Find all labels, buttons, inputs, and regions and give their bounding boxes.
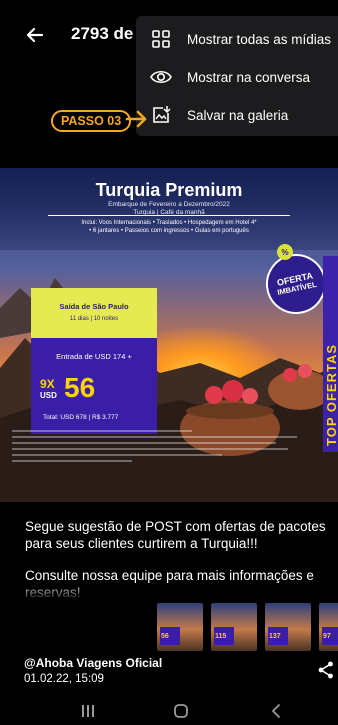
share-button[interactable] (318, 661, 334, 684)
vertical-offer-tag: TOP OFERTAS (323, 256, 338, 452)
message-timestamp: 01.02.22, 15:09 (24, 673, 104, 685)
grid-icon (150, 28, 172, 50)
fine-print (12, 430, 312, 474)
media-thumbnail[interactable]: 137 (265, 603, 311, 651)
nav-back-icon (272, 704, 280, 718)
system-navigation-bar (0, 697, 338, 725)
thumbnail-price: 115 (215, 633, 227, 640)
thumbnail-price: 137 (269, 633, 281, 640)
home-icon (174, 704, 188, 718)
eye-icon (150, 66, 172, 88)
price-box: Entrada de USD 174 + 9X USD 56 Total: US… (31, 338, 157, 434)
menu-item-label: Mostrar todas as mídias (187, 31, 332, 47)
caption-paragraph: Segue sugestão de POST com ofertas de pa… (25, 519, 326, 551)
vertical-tag-text: TOP OFERTAS (324, 343, 338, 446)
caption-fade (0, 582, 338, 602)
poster-includes: Inclui: Voos Internacionais • Traslados … (81, 220, 257, 226)
media-thumbnail[interactable]: 56 (157, 603, 203, 651)
nav-back-button[interactable] (258, 697, 294, 725)
home-button[interactable] (163, 697, 199, 725)
poster-title: Turquia Premium (95, 180, 243, 200)
arrow-left-icon (26, 27, 44, 43)
flower-decoration (298, 364, 312, 378)
departure-box: Saída de São Paulo 11 dias | 10 noites (31, 288, 157, 338)
price-value: 56 (64, 372, 96, 403)
menu-item-label: Mostrar na conversa (187, 69, 311, 85)
menu-item-label: Salvar na galeria (187, 107, 289, 123)
flower-decoration (222, 380, 244, 402)
installments-text: 9X (40, 377, 55, 391)
recents-button[interactable] (70, 697, 106, 725)
poster-subtitle: Embarque de Fevereiro a Dezembro/2022 (108, 201, 230, 208)
overflow-menu: Mostrar todas as mídias Mostrar na conve… (136, 16, 338, 136)
menu-item-show-in-chat[interactable]: Mostrar na conversa (136, 58, 338, 96)
poster-includes: • 6 jantares • Passeios com ingressos • … (89, 228, 249, 234)
share-icon (318, 661, 333, 679)
save-to-gallery-icon (150, 104, 172, 126)
menu-item-save-to-gallery[interactable]: Salvar na galeria (136, 96, 338, 134)
flower-decoration (242, 388, 258, 404)
poster-divider (48, 215, 290, 216)
media-thumbnail[interactable]: 115 (211, 603, 257, 651)
currency-text: USD (40, 391, 57, 400)
menu-item-show-all-media[interactable]: Mostrar todas as mídias (136, 20, 338, 58)
thumbnail-price: 56 (161, 633, 169, 640)
duration-text: 11 dias | 10 noites (69, 316, 119, 322)
media-thumbnail[interactable]: 97 (319, 603, 338, 651)
percent-icon: % (277, 244, 293, 260)
media-viewer-screen: 2793 de 1 Mostrar todas as mídias Mostra… (0, 0, 338, 725)
recents-icon (82, 705, 94, 717)
departure-text: Saída de São Paulo (59, 302, 129, 311)
flower-decoration (283, 368, 297, 382)
flower-decoration (205, 386, 223, 404)
back-button[interactable] (22, 22, 48, 48)
total-text: Total: USD 678 | R$ 3.777 (43, 414, 119, 421)
entry-text: Entrada de USD 174 + (56, 352, 132, 361)
thumbnail-strip: 56 115 137 97 (157, 603, 338, 651)
sender-name: @Ahoba Viagens Oficial (24, 656, 163, 670)
media-image[interactable]: Turquia Premium Embarque de Fevereiro a … (0, 168, 338, 502)
arrow-right-icon (125, 110, 147, 128)
step-annotation-badge: PASSO 03 (51, 110, 132, 132)
thumbnail-price: 97 (323, 633, 331, 640)
